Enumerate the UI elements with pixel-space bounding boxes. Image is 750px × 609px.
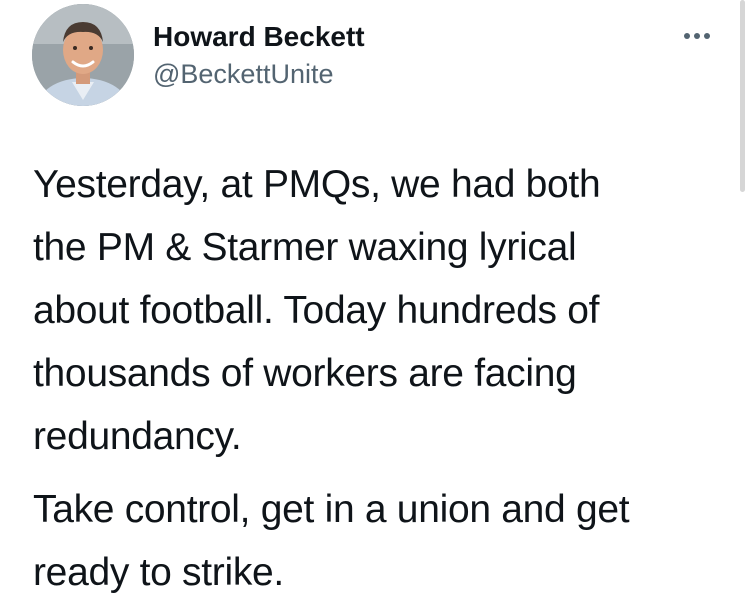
tweet-text: Yesterday, at PMQs, we had both the PM &…	[33, 153, 733, 604]
tweet-paragraph-1: Yesterday, at PMQs, we had both the PM &…	[33, 153, 733, 468]
more-options-button[interactable]	[680, 22, 714, 50]
avatar[interactable]	[32, 4, 134, 106]
tweet-line: about football. Today hundreds of	[33, 289, 600, 332]
author-display-name[interactable]: Howard Beckett	[153, 21, 365, 53]
tweet-line: ready to strike.	[33, 551, 284, 594]
tweet-line: Take control, get in a union and get	[33, 488, 630, 531]
profile-photo	[32, 4, 134, 106]
tweet-line: thousands of workers are facing	[33, 352, 577, 395]
tweet-line: Yesterday, at PMQs, we had both	[33, 163, 601, 206]
scrollbar[interactable]	[740, 0, 745, 192]
author-handle[interactable]: @BeckettUnite	[153, 58, 333, 90]
tweet-paragraph-2: Take control, get in a union and get rea…	[33, 478, 733, 604]
tweet-line: redundancy.	[33, 415, 242, 458]
tweet-line: the PM & Starmer waxing lyrical	[33, 226, 577, 269]
more-horizontal-icon	[684, 33, 710, 39]
